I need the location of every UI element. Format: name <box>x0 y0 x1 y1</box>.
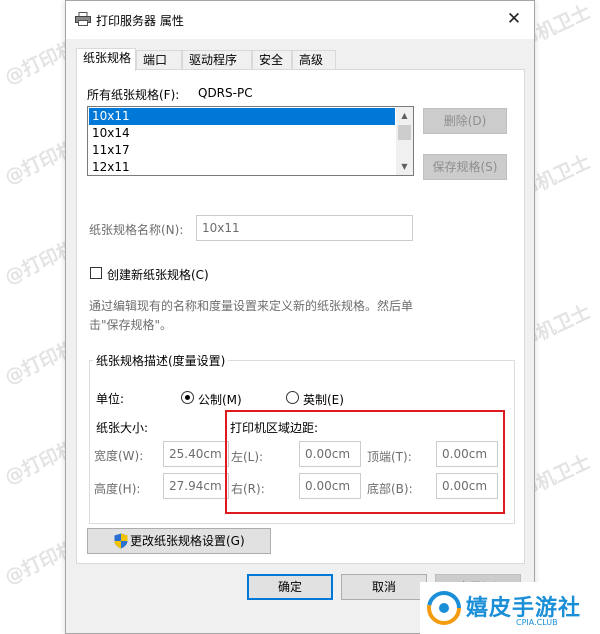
width-input[interactable]: 25.40cm <box>163 441 229 467</box>
listbox-scrollbar[interactable]: ▲ ▼ <box>396 107 413 175</box>
metric-radio-label[interactable]: 公制(M) <box>198 391 242 408</box>
brand-watermark: 嬉皮手游社 CPIA.CLUB <box>420 582 600 634</box>
units-label: 单位: <box>96 392 125 406</box>
all-forms-label: 所有纸张规格(F): <box>87 88 180 102</box>
english-radio-label[interactable]: 英制(E) <box>303 391 344 408</box>
list-item[interactable]: 12x11 <box>89 159 395 175</box>
printer-icon <box>75 12 91 26</box>
form-description-group-label: 纸张规格描述(度量设置) <box>93 352 229 369</box>
close-icon[interactable]: ✕ <box>502 8 526 32</box>
save-form-button[interactable]: 保存规格(S) <box>423 154 507 180</box>
list-item[interactable]: 11x17 <box>89 142 395 159</box>
tab-security[interactable]: 安全 <box>252 50 292 69</box>
help-text-line2: 击"保存规格"。 <box>89 318 173 332</box>
form-name-label: 纸张规格名称(N): <box>89 223 184 237</box>
list-item[interactable]: 10x11 <box>89 108 395 125</box>
title-bar: 打印服务器 属性 ✕ <box>66 1 534 39</box>
delete-button[interactable]: 删除(D) <box>423 108 507 134</box>
width-label: 宽度(W): <box>94 449 144 463</box>
list-item[interactable]: 10x14 <box>89 125 395 142</box>
create-new-form-checkbox[interactable] <box>90 267 102 279</box>
tab-drivers[interactable]: 驱动程序 <box>182 50 252 69</box>
scroll-thumb[interactable] <box>398 125 411 140</box>
brand-logo-icon <box>427 591 461 625</box>
help-text-line1: 通过编辑现有的名称和度量设置来定义新的纸张规格。然后单 <box>89 299 414 313</box>
cancel-button[interactable]: 取消 <box>341 574 427 600</box>
ok-button[interactable]: 确定 <box>247 574 333 600</box>
scroll-down-icon[interactable]: ▼ <box>396 158 413 175</box>
margins-highlight-box <box>225 410 505 514</box>
height-label: 高度(H): <box>94 482 141 496</box>
print-server-properties-dialog: 打印服务器 属性 ✕ 纸张规格 端口 驱动程序 安全 高级 所有纸张规格(F):… <box>65 0 535 634</box>
server-name: QDRS-PC <box>198 86 253 100</box>
brand-subtitle: CPIA.CLUB <box>516 618 558 627</box>
tab-ports[interactable]: 端口 <box>136 50 182 69</box>
change-form-settings-label: 更改纸张规格设置(G) <box>130 534 245 548</box>
metric-radio[interactable] <box>181 391 194 404</box>
tab-advanced[interactable]: 高级 <box>292 50 336 69</box>
form-name-input[interactable]: 10x11 <box>196 215 413 241</box>
change-form-settings-button[interactable]: 更改纸张规格设置(G) <box>87 528 271 554</box>
tab-forms[interactable]: 纸张规格 <box>76 48 136 71</box>
paper-size-label: 纸张大小: <box>96 421 149 435</box>
forms-listbox[interactable]: 10x11 10x14 11x17 12x11 ▲ ▼ <box>87 106 414 176</box>
height-input[interactable]: 27.94cm <box>163 473 229 499</box>
window-title: 打印服务器 属性 <box>96 14 184 28</box>
uac-shield-icon <box>114 533 128 549</box>
english-radio[interactable] <box>286 391 299 404</box>
scroll-up-icon[interactable]: ▲ <box>396 107 413 124</box>
create-new-form-label[interactable]: 创建新纸张规格(C) <box>107 266 209 283</box>
